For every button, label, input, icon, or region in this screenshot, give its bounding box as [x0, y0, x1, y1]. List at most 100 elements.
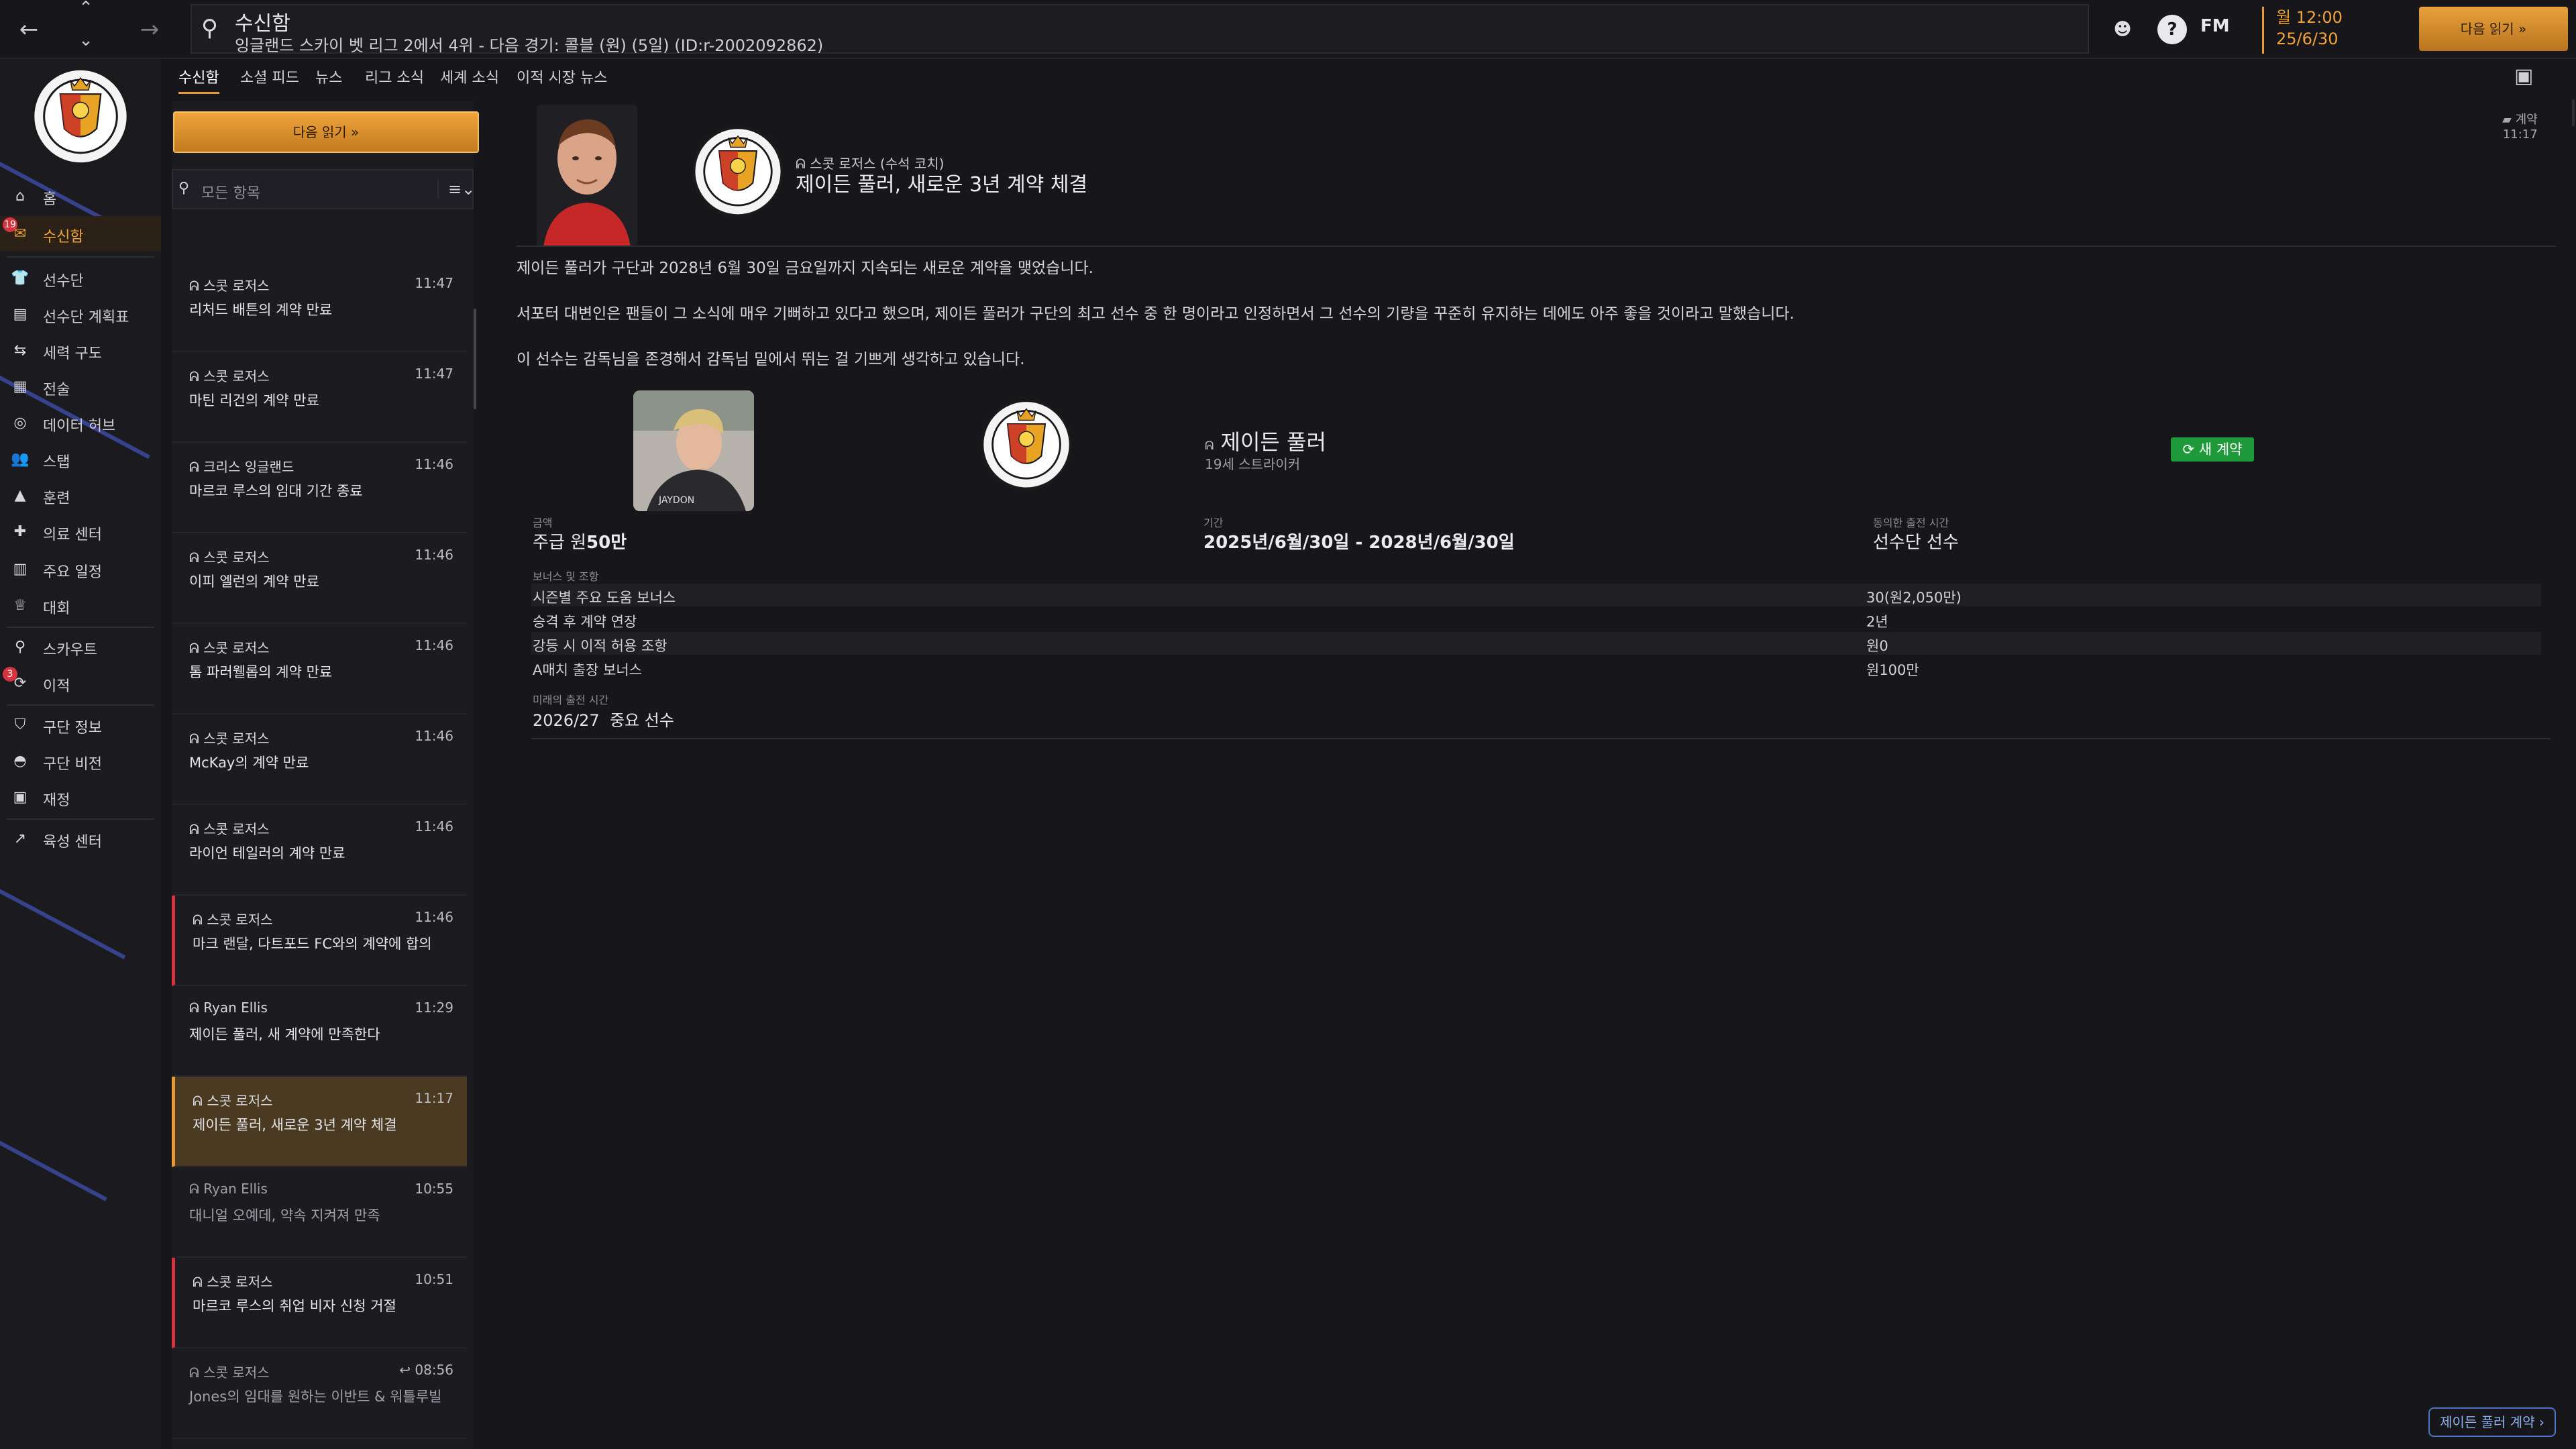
message-subject: 마크 랜달, 다트포드 FC와의 계약에 합의 — [193, 936, 432, 952]
message-subject: 마틴 리건의 계약 만료 — [189, 392, 319, 409]
message-sender: ᕱ Ryan Ellis — [189, 1000, 268, 1016]
sidebar-item-club-vision[interactable]: ◓ 구단 비전 — [0, 743, 161, 778]
body-paragraph: 이 선수는 감독님을 존경해서 감독님 밑에서 뛰는 걸 기쁘게 생각하고 있습… — [517, 351, 1025, 368]
detail-scrollbar[interactable] — [2572, 99, 2575, 126]
sort-menu-icon[interactable]: ≡⌄ — [437, 180, 475, 199]
message-subject: 이피 엘런의 계약 만료 — [189, 574, 319, 590]
sidebar-item-scouting[interactable]: ⚲ 스카우트 — [0, 629, 161, 664]
sidebar-item-label: 주요 일정 — [43, 564, 102, 581]
sender-name: 크리스 잉글랜드 — [203, 459, 294, 475]
sender-name: 스콧 로저스 — [203, 368, 270, 384]
message-row[interactable]: ᕱ 스콧 로저스 11:46 이피 엘런의 계약 만료 — [172, 533, 467, 624]
sidebar-item-squad-planner[interactable]: ▤ 선수단 계획표 — [0, 297, 161, 331]
sidebar-item-inbox[interactable]: ✉ 19 수신함 — [0, 216, 161, 251]
message-row[interactable]: ᕱ 스콧 로저스 10:51 마르코 루스의 취업 비자 신청 거절 — [172, 1258, 467, 1348]
sidebar-item-medical[interactable]: ✚ 의료 센터 — [0, 514, 161, 549]
message-row[interactable]: ᕱ 스콧 로저스 11:46 McKay의 계약 만료 — [172, 714, 467, 805]
person-icon: ᕱ — [189, 731, 204, 747]
divider — [531, 738, 2551, 739]
club-crest[interactable] — [30, 66, 131, 173]
fm-logo[interactable]: FM — [2200, 16, 2230, 36]
club-crest-icon — [981, 398, 1072, 490]
sidebar: ⌂ 홈 ✉ 19 수신함 👕 선수단 ▤ 선수단 계획표 ⇆ 세력 구도 ▦ 전… — [0, 59, 161, 1449]
sidebar-item-training[interactable]: ▲ 훈련 — [0, 478, 161, 513]
bonus-name: 시즌별 주요 도움 보너스 — [533, 590, 676, 606]
forward-arrow-icon[interactable]: → — [133, 0, 166, 59]
message-row[interactable]: ᕱ Ryan Ellis 10:55 대니얼 오예데, 약속 지켜져 만족 — [172, 1167, 467, 1258]
sidebar-item-dynamics[interactable]: ⇆ 세력 구도 — [0, 333, 161, 368]
continue-button[interactable]: 다음 읽기 » — [2419, 7, 2568, 51]
player-name[interactable]: ᕱ 제이든 풀러 — [1205, 425, 1326, 456]
sidebar-item-competitions[interactable]: ♕ 대회 — [0, 588, 161, 623]
sidebar-item-label: 선수단 계획표 — [43, 309, 129, 326]
message-row[interactable]: ᕱ 스콧 로저스 ↩ 08:56 Jones의 임대를 원하는 이반트 & 워틀루빌 — [172, 1348, 467, 1439]
message-list: 다음 읽기 » ⚲ 모든 항목 ≡⌄ ᕱ 스콧 로저스 11:47 리처드 배튼의 … — [172, 101, 479, 1449]
filter-input[interactable]: 모든 항목 — [201, 181, 260, 203]
player-photo[interactable]: JAYDON — [633, 390, 754, 511]
message-subject: 제이든 풀러, 새로운 3년 계약 체결 — [193, 1117, 397, 1133]
sender-name: Ryan Ellis — [203, 1000, 268, 1016]
tab-social-feed[interactable]: 소셜 피드 — [240, 66, 299, 87]
message-time: 11:17 — [2502, 127, 2538, 142]
sidebar-item-squad[interactable]: 👕 선수단 — [0, 260, 161, 295]
sidebar-item-schedule[interactable]: ▥ 주요 일정 — [0, 551, 161, 586]
wage-label: 금액 — [533, 517, 553, 529]
new-contract-label: 새 계약 — [2198, 441, 2243, 458]
person-icon: ᕱ — [189, 549, 204, 566]
sidebar-item-club-info[interactable]: ⛉ 구단 정보 — [0, 707, 161, 742]
sidebar-item-home[interactable]: ⌂ 홈 — [0, 178, 161, 213]
tab-inbox[interactable]: 수신함 — [178, 66, 219, 94]
sidebar-item-label: 의료 센터 — [43, 527, 102, 543]
sender-name: 스콧 로저스 — [203, 821, 270, 837]
message-row[interactable]: ᕱ 스콧 로저스 11:47 리처드 배튼의 계약 만료 — [172, 262, 467, 352]
help-icon[interactable]: ? — [2157, 15, 2187, 44]
sidebar-item-finances[interactable]: ▣ 재정 — [0, 780, 161, 814]
sender-name: 스콧 로저스 — [207, 912, 273, 928]
person-portrait-icon — [537, 105, 637, 247]
message-row[interactable]: ᕱ Ryan Ellis 11:29 제이든 풀러, 새 계약에 만족한다 — [172, 986, 467, 1077]
shirt-icon: 👕 — [11, 270, 30, 286]
message-row[interactable]: ᕱ 스콧 로저스 11:46 톰 파러웰롭의 계약 만료 — [172, 624, 467, 714]
sender-name: 스콧 로저스 — [203, 549, 270, 566]
sidebar-item-staff[interactable]: 👥 스탭 — [0, 441, 161, 476]
continue-label: 다음 읽기 — [2460, 21, 2514, 37]
search-bar[interactable]: ⚲ 수신함 잉글랜드 스카이 벳 리그 2에서 4위 - 다음 경기: 콜블 (… — [191, 4, 2089, 55]
player-contract-button[interactable]: 제이든 풀러 계약 › — [2428, 1407, 2556, 1437]
tab-transfer-news[interactable]: 이적 시장 뉴스 — [517, 66, 607, 87]
chevron-down-icon[interactable]: ⌄ — [72, 20, 99, 60]
message-row[interactable]: ᕱ 스콧 로저스 11:46 라이언 테일러의 계약 만료 — [172, 805, 467, 896]
playing-time-label: 동의한 출전 시간 — [1873, 517, 1949, 529]
decor-stripe — [0, 880, 126, 959]
sidebar-item-tactics[interactable]: ▦ 전술 — [0, 369, 161, 404]
bonus-row: 승격 후 계약 연장 2년 — [531, 608, 2541, 631]
message-row[interactable]: ᕱ 스콧 로저스 11:46 마크 랜달, 다트포드 FC와의 계약에 합의 — [172, 896, 467, 986]
tab-world-news[interactable]: 세계 소식 — [440, 66, 499, 87]
game-clock: 월 12:00 25/6/30 — [2262, 7, 2396, 54]
bonus-row: 시즌별 주요 도움 보너스 30(원2,050만) — [531, 584, 2541, 606]
message-subject: 라이언 테일러의 계약 만료 — [189, 845, 345, 861]
manager-face-icon[interactable]: ☻ — [2108, 15, 2137, 44]
list-scrollbar[interactable] — [474, 309, 476, 409]
player-name-text: 제이든 풀러 — [1220, 429, 1326, 455]
sidebar-item-label: 훈련 — [43, 490, 70, 507]
tab-league-news[interactable]: 리그 소식 — [365, 66, 424, 87]
back-arrow-icon[interactable]: ← — [12, 0, 46, 59]
sidebar-item-data-hub[interactable]: ◎ 데이터 허브 — [0, 405, 161, 440]
view-toggle-icon[interactable]: ▣ — [2514, 64, 2533, 88]
message-category: ▰ 계약 11:17 — [2502, 110, 2538, 142]
message-sender: ᕱ 크리스 잉글랜드 — [189, 456, 294, 476]
message-row[interactable]: ᕱ 스콧 로저스 11:17 제이든 풀러, 새로운 3년 계약 체결 — [172, 1077, 467, 1167]
message-sender: ᕱ 스콧 로저스 — [189, 366, 270, 385]
sidebar-item-label: 육성 센터 — [43, 834, 102, 851]
message-row[interactable]: ᕱ 크리스 잉글랜드 11:46 마르코 루스의 임대 기간 종료 — [172, 443, 467, 533]
message-row[interactable]: ᕱ 스콧 로저스 11:47 마틴 리건의 계약 만료 — [172, 352, 467, 443]
read-next-button[interactable]: 다음 읽기 » — [173, 111, 479, 153]
filter-bar[interactable]: ⚲ 모든 항목 ≡⌄ — [172, 169, 475, 209]
person-icon: ᕱ — [193, 912, 207, 928]
message-time: 11:29 — [415, 1000, 453, 1016]
sidebar-item-development[interactable]: ↗ 육성 센터 — [0, 821, 161, 856]
tab-news[interactable]: 뉴스 — [315, 66, 342, 87]
person-icon: ᕱ — [1205, 439, 1214, 453]
wage-amount: 50만 — [586, 533, 627, 553]
sidebar-item-transfers[interactable]: ⟳ 3 이적 — [0, 665, 161, 700]
